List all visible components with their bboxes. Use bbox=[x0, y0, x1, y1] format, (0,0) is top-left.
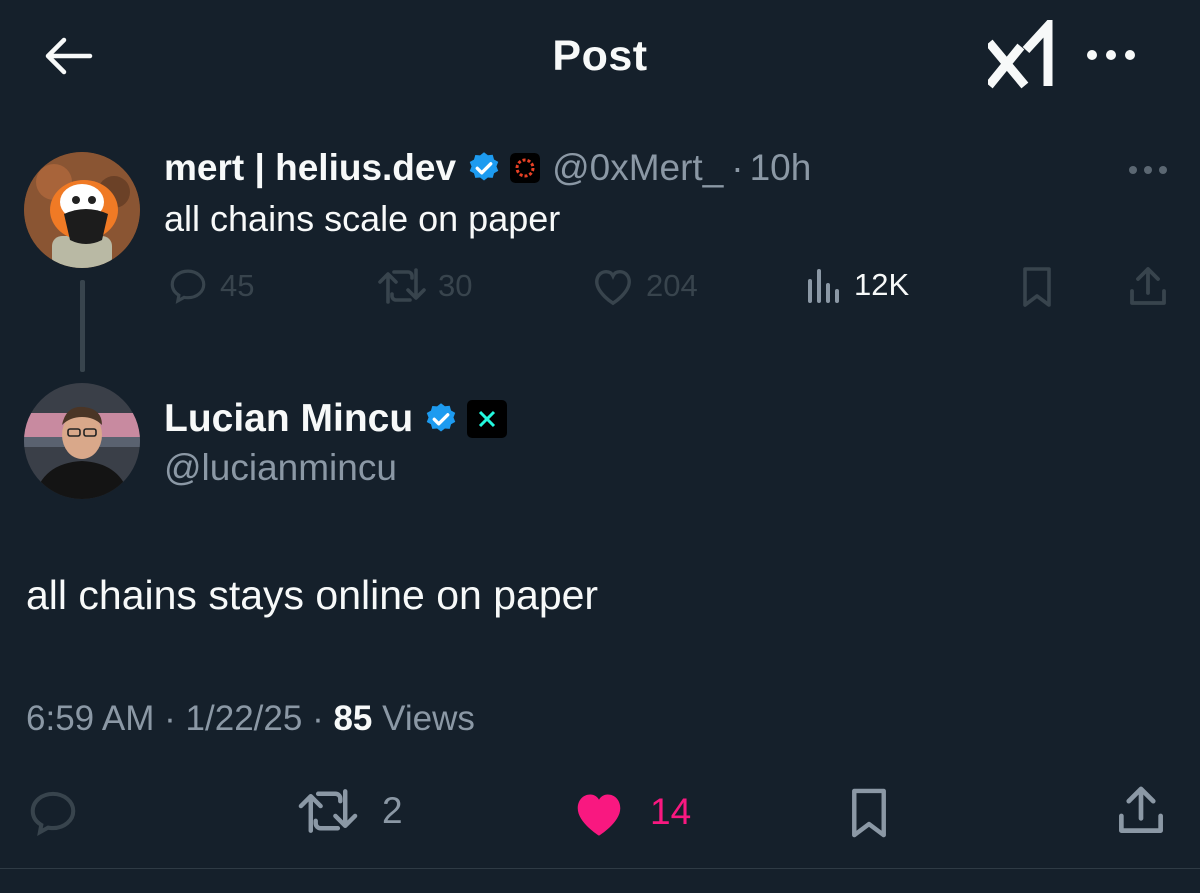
reply-button[interactable] bbox=[24, 786, 104, 840]
avatar-image bbox=[24, 383, 140, 499]
reply-icon bbox=[170, 269, 206, 304]
parent-post-text: all chains scale on paper bbox=[164, 198, 561, 239]
parent-timestamp[interactable]: 10h bbox=[750, 147, 812, 189]
parent-repost-button[interactable]: 30 bbox=[376, 265, 472, 307]
meta-separator: · bbox=[312, 699, 324, 738]
bookmark-icon bbox=[852, 788, 886, 838]
main-display-name[interactable]: Lucian Mincu bbox=[164, 397, 413, 441]
views-icon bbox=[808, 269, 839, 303]
reply-icon bbox=[30, 791, 76, 836]
grok-button[interactable] bbox=[985, 14, 1054, 90]
share-icon bbox=[1119, 786, 1163, 833]
parent-reply-button[interactable]: 45 bbox=[166, 265, 254, 307]
post-meta: 6:59 AM · 1/22/25 · 85 Views bbox=[26, 699, 475, 739]
affiliate-badge-icon bbox=[467, 400, 508, 438]
repost-icon bbox=[298, 789, 358, 833]
reply-count: 45 bbox=[220, 268, 255, 303]
views-count: 85 bbox=[333, 699, 373, 738]
parent-post-avatar[interactable] bbox=[24, 152, 140, 268]
parent-handle[interactable]: @0xMert_ bbox=[552, 147, 723, 189]
repost-count: 2 bbox=[382, 790, 403, 831]
parent-more-button[interactable] bbox=[1124, 156, 1172, 184]
meta-separator: · bbox=[164, 699, 176, 738]
parent-share-button[interactable] bbox=[1126, 265, 1180, 309]
more-options-button[interactable] bbox=[1082, 38, 1142, 72]
bookmark-button[interactable] bbox=[846, 786, 914, 840]
like-count: 14 bbox=[650, 791, 692, 832]
more-dots-icon bbox=[1129, 166, 1167, 174]
bottom-divider bbox=[0, 868, 1200, 869]
heart-icon bbox=[577, 794, 621, 836]
meta-separator: · bbox=[731, 147, 744, 188]
heart-icon bbox=[595, 269, 631, 306]
repost-button[interactable]: 2 bbox=[296, 786, 403, 836]
more-dots-icon bbox=[1087, 50, 1135, 60]
like-count: 204 bbox=[646, 268, 698, 303]
affiliate-badge-icon bbox=[510, 153, 541, 183]
parent-views-button[interactable]: 12K bbox=[804, 265, 909, 305]
share-button[interactable] bbox=[1114, 784, 1190, 838]
main-post-header: Lucian Mincu bbox=[164, 393, 508, 445]
verified-badge-icon bbox=[426, 403, 456, 432]
thread-connector-line bbox=[80, 280, 85, 372]
post-date: 1/22/25 bbox=[185, 699, 303, 738]
parent-bookmark-button[interactable] bbox=[1018, 265, 1066, 309]
main-post-text: all chains stays online on paper bbox=[26, 572, 599, 618]
parent-display-name[interactable]: mert | helius.dev bbox=[164, 147, 456, 189]
post-time: 6:59 AM bbox=[26, 699, 155, 738]
bookmark-icon bbox=[1023, 267, 1051, 307]
avatar-image bbox=[24, 152, 140, 268]
verified-badge-icon bbox=[469, 152, 499, 181]
views-label: Views bbox=[382, 699, 475, 738]
like-button[interactable]: 14 bbox=[570, 786, 691, 838]
main-post-avatar[interactable] bbox=[24, 383, 140, 499]
top-bar: Post bbox=[0, 0, 1200, 115]
post-detail-screen: Post mert | helius.dev @0xMert_ · 10h al… bbox=[0, 0, 1200, 893]
parent-post-header: mert | helius.dev @0xMert_ · 10h bbox=[164, 144, 811, 192]
repost-icon bbox=[378, 268, 426, 304]
grok-icon bbox=[985, 14, 1053, 89]
repost-count: 30 bbox=[438, 268, 473, 303]
views-count: 12K bbox=[854, 267, 910, 302]
main-handle[interactable]: @lucianmincu bbox=[164, 447, 397, 489]
parent-like-button[interactable]: 204 bbox=[590, 265, 698, 307]
share-icon bbox=[1130, 267, 1166, 305]
